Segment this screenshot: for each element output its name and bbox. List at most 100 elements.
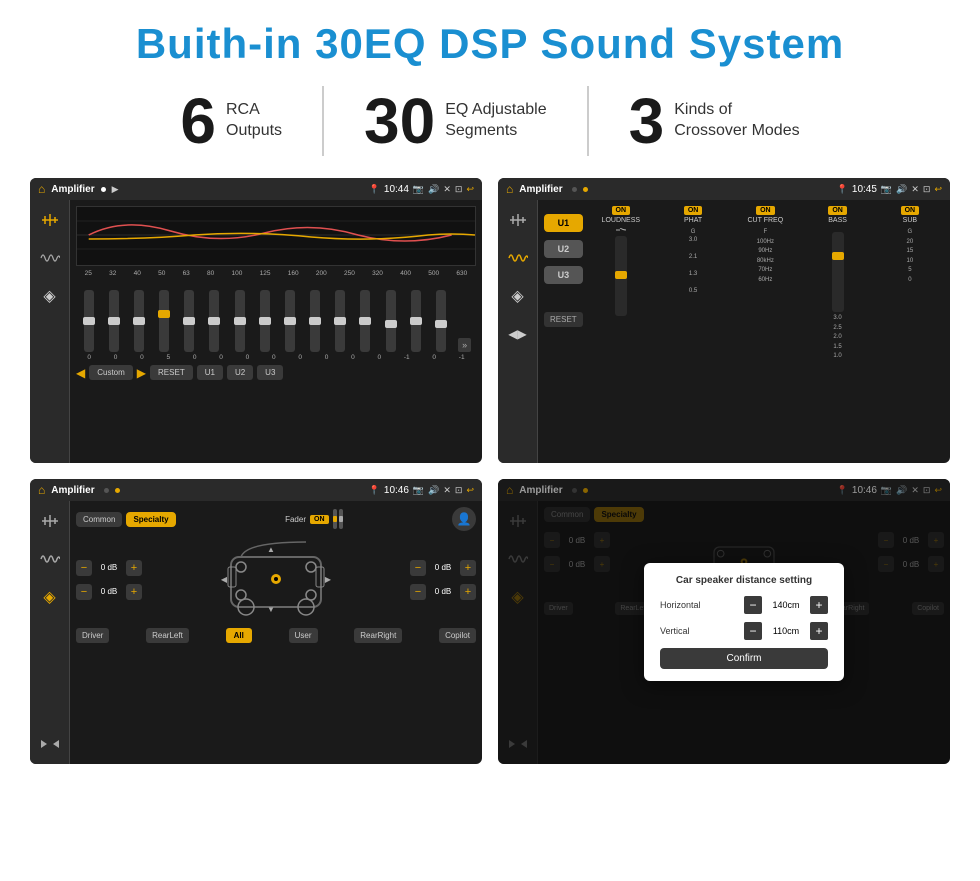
- horizontal-minus-btn[interactable]: −: [744, 596, 762, 614]
- cutfreq-vals: F100Hz90Hz80kHz70Hz60Hz: [757, 228, 774, 286]
- sidebar-wave-icon[interactable]: [38, 246, 62, 270]
- sidebar-speaker-icon-c[interactable]: ◈: [506, 284, 530, 308]
- eq-main-area: 253240506380100125160200250320400500630: [70, 200, 482, 463]
- sidebar-eq-icon-s[interactable]: [38, 509, 62, 533]
- driver-btn[interactable]: Driver: [76, 628, 109, 643]
- status-left-crossover: ⌂ Amplifier: [506, 182, 588, 196]
- camera-icon-eq: 📷: [413, 184, 424, 195]
- eq-slider-2[interactable]: [106, 290, 122, 352]
- eq-reset-btn[interactable]: RESET: [150, 365, 193, 380]
- feature-eq: 30 EQ Adjustable Segments: [324, 89, 587, 153]
- vol-plus-2[interactable]: +: [126, 584, 142, 600]
- eq-slider-8[interactable]: [257, 290, 273, 352]
- crossover-sidebar: ◈ ◀▶: [498, 200, 538, 463]
- eq-slider-15[interactable]: [433, 290, 449, 352]
- loudness-label: LOUDNESS: [602, 217, 641, 224]
- u2-btn[interactable]: U2: [544, 240, 583, 258]
- u3-btn[interactable]: U3: [544, 266, 583, 284]
- vol-minus-4[interactable]: −: [410, 584, 426, 600]
- sidebar-wave-icon-c[interactable]: [506, 246, 530, 270]
- eq-slider-3[interactable]: [131, 290, 147, 352]
- vol-plus-3[interactable]: +: [460, 560, 476, 576]
- eq-slider-1[interactable]: [81, 290, 97, 352]
- vertical-minus-btn[interactable]: −: [744, 622, 762, 640]
- eq-custom-btn[interactable]: Custom: [89, 365, 133, 380]
- status-bar-eq: ⌂ Amplifier ▶ 📍 10:44 📷 🔊 ✕ ⊡ ↩: [30, 178, 482, 200]
- crossover-reset-btn[interactable]: RESET: [544, 312, 583, 327]
- crossover-time: 10:45: [852, 184, 877, 195]
- eq-prev-btn[interactable]: ◀: [76, 366, 85, 380]
- u1-btn[interactable]: U1: [544, 214, 583, 232]
- u-buttons-col: U1 U2 U3 RESET: [544, 214, 583, 457]
- crossover-screen-content: ◈ ◀▶ U1 U2 U3 RESET ON: [498, 200, 950, 463]
- sidebar-eq-icon-c[interactable]: [506, 208, 530, 232]
- back-icon-speaker[interactable]: ↩: [466, 485, 474, 496]
- sub-vals: G20151050: [907, 228, 914, 286]
- feature-number-6: 6: [180, 89, 216, 153]
- loudness-ctrl: ON LOUDNESS: [587, 206, 655, 457]
- eq-u2-btn[interactable]: U2: [227, 365, 253, 380]
- sidebar-vol-icon-s[interactable]: [38, 732, 62, 756]
- vol-minus-3[interactable]: −: [410, 560, 426, 576]
- eq-slider-7[interactable]: [232, 290, 248, 352]
- rearright-btn[interactable]: RearRight: [354, 628, 402, 643]
- eq-slider-14[interactable]: [408, 290, 424, 352]
- tab-specialty[interactable]: Specialty: [126, 512, 175, 527]
- sidebar-eq-icon[interactable]: [38, 208, 62, 232]
- vol-row-4: − 0 dB +: [410, 584, 476, 600]
- eq-slider-4[interactable]: [156, 290, 172, 352]
- sidebar-speaker-icon-s[interactable]: ◈: [38, 585, 62, 609]
- eq-next-btn[interactable]: ▶: [137, 366, 146, 380]
- vertical-plus-btn[interactable]: +: [810, 622, 828, 640]
- eq-slider-11[interactable]: [332, 290, 348, 352]
- sidebar-vol-icon-c[interactable]: ◀▶: [506, 322, 530, 346]
- status-dot-crossover-1: [572, 187, 577, 192]
- main-title: Buith-in 30EQ DSP Sound System: [30, 20, 950, 68]
- vol-minus-2[interactable]: −: [76, 584, 92, 600]
- vol-plus-1[interactable]: +: [126, 560, 142, 576]
- eq-more-arrow[interactable]: »: [458, 338, 471, 352]
- eq-u1-btn[interactable]: U1: [197, 365, 223, 380]
- copilot-btn[interactable]: Copilot: [439, 628, 476, 643]
- eq-bottom-controls: ◀ Custom ▶ RESET U1 U2 U3: [76, 365, 476, 380]
- eq-slider-10[interactable]: [307, 290, 323, 352]
- user-btn[interactable]: User: [289, 628, 318, 643]
- vol-minus-1[interactable]: −: [76, 560, 92, 576]
- eq-u3-btn[interactable]: U3: [257, 365, 283, 380]
- sidebar-speaker-icon[interactable]: ◈: [38, 284, 62, 308]
- crossover-controls: ON LOUDNESS ON PHAT G3.02.11.30.5: [587, 206, 944, 457]
- home-icon-crossover[interactable]: ⌂: [506, 182, 513, 196]
- eq-screen-content: ◈: [30, 200, 482, 463]
- horizontal-label: Horizontal: [660, 600, 715, 610]
- status-right-eq: 📍 10:44 📷 🔊 ✕ ⊡ ↩: [369, 184, 474, 195]
- vol-plus-4[interactable]: +: [460, 584, 476, 600]
- horizontal-value: 140cm: [766, 600, 806, 610]
- eq-slider-6[interactable]: [206, 290, 222, 352]
- loudness-slider[interactable]: [615, 236, 627, 316]
- home-icon-eq[interactable]: ⌂: [38, 182, 45, 196]
- horizontal-plus-btn[interactable]: +: [810, 596, 828, 614]
- bass-on-badge: ON: [828, 206, 847, 215]
- all-btn[interactable]: All: [226, 628, 252, 643]
- bass-slider[interactable]: [832, 232, 844, 312]
- vertical-row: Vertical − 110cm +: [660, 622, 828, 640]
- x-icon-eq: ✕: [443, 184, 451, 195]
- home-icon-speaker[interactable]: ⌂: [38, 483, 45, 497]
- confirm-button[interactable]: Confirm: [660, 648, 828, 669]
- eq-slider-5[interactable]: [181, 290, 197, 352]
- eq-slider-9[interactable]: [282, 290, 298, 352]
- eq-graph: [76, 206, 476, 266]
- horizontal-stepper: − 140cm +: [744, 596, 828, 614]
- screen-distance: ⌂ Amplifier 📍 10:46 📷 🔊 ✕ ⊡ ↩: [498, 479, 950, 764]
- eq-slider-13[interactable]: [383, 290, 399, 352]
- tab-common[interactable]: Common: [76, 512, 122, 527]
- back-icon-crossover[interactable]: ↩: [934, 184, 942, 195]
- sidebar-wave-icon-s[interactable]: [38, 547, 62, 571]
- eq-slider-12[interactable]: [357, 290, 373, 352]
- back-icon-eq[interactable]: ↩: [466, 184, 474, 195]
- profile-icon[interactable]: 👤: [452, 507, 476, 531]
- feature-text-eq: EQ Adjustable Segments: [445, 100, 546, 142]
- speaker-time: 10:46: [384, 485, 409, 496]
- rearleft-btn[interactable]: RearLeft: [146, 628, 189, 643]
- status-left-speaker: ⌂ Amplifier: [38, 483, 120, 497]
